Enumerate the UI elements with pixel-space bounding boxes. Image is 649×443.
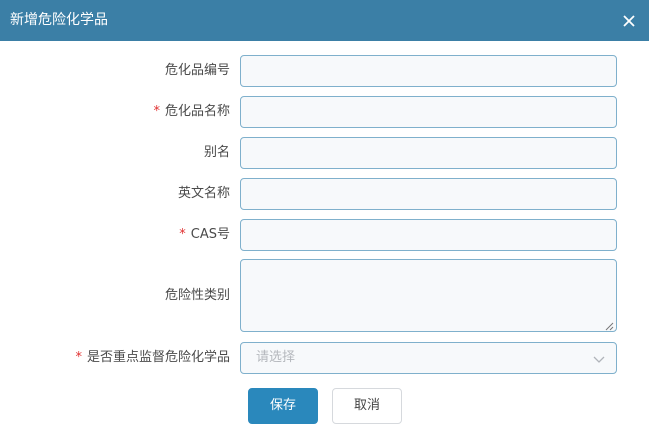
field-label: 英文名称 [177, 186, 230, 201]
close-icon[interactable] [618, 10, 640, 32]
chemical-name-input[interactable] [240, 96, 617, 128]
field-label: * CAS号 [179, 227, 230, 242]
field-label: 危险性类别 [164, 288, 230, 303]
dialog-title: 新增危险化学品 [10, 12, 108, 28]
field-label: * 是否重点监督危险化学品 [75, 350, 230, 365]
english-name-input[interactable] [240, 178, 617, 210]
required-mark: * [179, 227, 186, 242]
cancel-button[interactable]: 取消 [332, 388, 402, 424]
field-label: 别名 [203, 145, 230, 160]
field-label: 危化品编号 [164, 63, 230, 78]
required-mark: * [153, 104, 160, 119]
select-placeholder: 请选择 [256, 350, 296, 365]
chevron-down-icon [592, 352, 606, 366]
chemical-code-input[interactable] [240, 55, 617, 87]
field-label: * 危化品名称 [153, 104, 230, 119]
alias-input[interactable] [240, 137, 617, 169]
key-supervision-select[interactable]: 请选择 [240, 342, 617, 374]
cas-number-input[interactable] [240, 219, 617, 251]
hazard-category-textarea[interactable] [240, 259, 617, 332]
resize-handle-icon[interactable] [605, 320, 614, 331]
dialog-header: 新增危险化学品 [0, 0, 649, 41]
required-mark: * [75, 350, 82, 365]
save-button[interactable]: 保存 [248, 388, 318, 424]
